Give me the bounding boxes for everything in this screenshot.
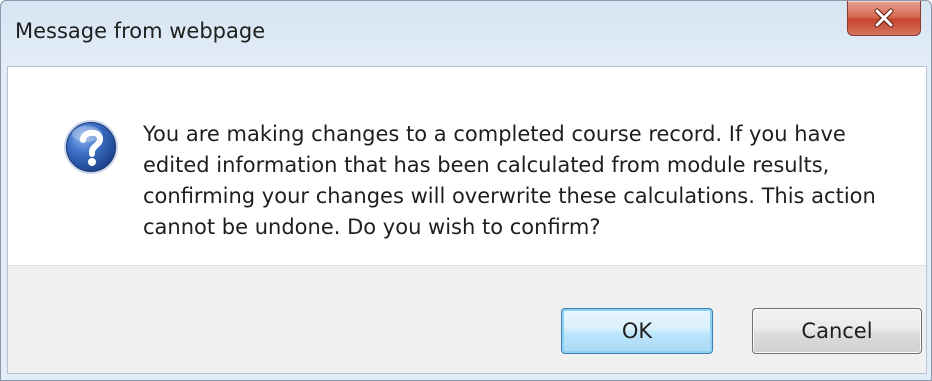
- message-area: You are making changes to a completed co…: [8, 67, 926, 265]
- question-icon: [64, 120, 118, 174]
- cancel-button[interactable]: Cancel: [752, 308, 922, 354]
- title-bar[interactable]: Message from webpage: [1, 1, 931, 65]
- button-bar: OK Cancel: [8, 265, 926, 373]
- message-dialog: Message from webpage You are making chan…: [0, 0, 932, 381]
- close-button[interactable]: [847, 1, 921, 36]
- dialog-body: You are making changes to a completed co…: [7, 66, 927, 374]
- dialog-title: Message from webpage: [15, 19, 266, 43]
- message-text: You are making changes to a completed co…: [143, 122, 876, 239]
- close-icon: [874, 8, 894, 28]
- ok-button[interactable]: OK: [561, 308, 713, 354]
